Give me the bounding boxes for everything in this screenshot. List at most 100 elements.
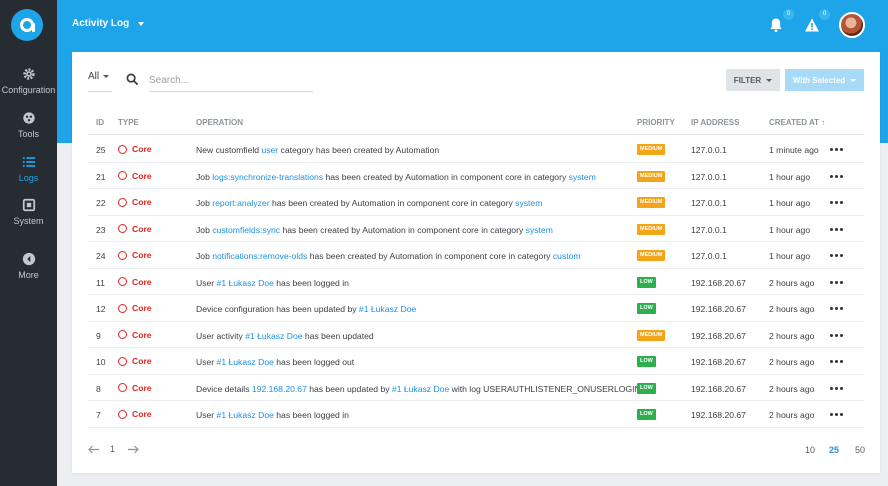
operation-link[interactable]: system: [569, 172, 596, 182]
operation-link[interactable]: 192.168.20.67: [252, 384, 307, 394]
row-type: Core: [118, 224, 152, 234]
next-page-arrow-icon[interactable]: [127, 445, 139, 454]
sidebar-item-more[interactable]: More: [0, 252, 57, 280]
with-selected-button[interactable]: With Selected: [785, 69, 864, 91]
operation-link[interactable]: #1 Łukasz Doe: [392, 384, 449, 394]
row-created-at: 2 hours ago: [769, 304, 815, 314]
column-header-ip-address[interactable]: IP ADDRESS: [691, 118, 739, 127]
row-type-label: Core: [132, 197, 152, 207]
notifications-count-badge: 0: [783, 9, 794, 20]
row-operation: Device details 192.168.20.67 has been up…: [196, 384, 641, 394]
table-row[interactable]: 8 Core Device details 192.168.20.67 has be…: [88, 375, 864, 401]
priority-badge: MEDIUM: [637, 144, 666, 155]
row-actions-more-icon[interactable]: [830, 413, 843, 416]
row-id: 22: [96, 198, 106, 208]
sidebar-item-tools[interactable]: Tools: [0, 111, 57, 139]
table-row[interactable]: 25 Core New customfield user category has …: [88, 136, 864, 163]
operation-link[interactable]: #1 Łukasz Doe: [245, 331, 302, 341]
row-operation: Job logs:synchronize-translations has be…: [196, 172, 596, 182]
gear-icon: [22, 68, 35, 80]
row-actions-more-icon[interactable]: [830, 227, 843, 231]
operation-text: has been created by Automation in compon…: [323, 171, 569, 182]
table-row[interactable]: 24 Core Job notifications:remove-olds has …: [88, 242, 864, 269]
row-id: 25: [96, 145, 106, 155]
operation-link[interactable]: custom: [553, 251, 581, 261]
row-operation: Job notifications:remove-olds has been c…: [196, 251, 581, 261]
row-actions-more-icon[interactable]: [830, 333, 843, 337]
row-operation: User #1 Łukasz Doe has been logged in: [196, 410, 349, 420]
operation-link[interactable]: system: [515, 198, 542, 208]
row-actions-more-icon[interactable]: [830, 201, 843, 204]
operation-link[interactable]: customfields:sync: [212, 225, 280, 235]
row-type-label: Core: [132, 276, 152, 287]
operation-link[interactable]: notifications:remove-olds: [212, 251, 307, 261]
table-row[interactable]: 21 Core Job logs:synchronize-translations …: [88, 163, 864, 189]
operation-link[interactable]: report:analyzer: [212, 198, 269, 208]
operation-link[interactable]: logs:synchronize-translations: [212, 172, 323, 182]
row-operation: User #1 Łukasz Doe has been logged out: [196, 357, 354, 367]
row-ip-address: 192.168.20.67: [691, 383, 746, 394]
row-ip-address: 127.0.0.1: [691, 145, 727, 155]
column-header-priority[interactable]: PRIORITY: [637, 118, 675, 127]
user-avatar[interactable]: [839, 12, 865, 38]
row-operation: New customfield user category has been c…: [196, 145, 439, 155]
table-row[interactable]: 12 Core Device configuration has been upda…: [88, 295, 864, 322]
operation-text: with log USERAUTHLISTENER_ONUSERLOGIN: [449, 383, 641, 394]
per-page-option-10[interactable]: 10: [805, 445, 815, 455]
operation-link[interactable]: #1 Łukasz Doe: [217, 410, 274, 420]
row-operation: Job report:analyzer has been created by …: [196, 198, 542, 208]
row-created-at: 2 hours ago: [769, 410, 815, 420]
scope-select[interactable]: All: [88, 71, 112, 92]
row-created-at: 1 hour ago: [769, 198, 811, 208]
activity-log-card: All FILTER With Selected ID TYPE OPERATI…: [72, 52, 880, 473]
column-header-id[interactable]: ID: [96, 118, 104, 127]
column-header-created-at[interactable]: CREATED AT ↑: [769, 118, 825, 127]
row-actions-more-icon[interactable]: [830, 148, 843, 151]
app-logo[interactable]: [11, 9, 43, 41]
page-title-dropdown[interactable]: Activity Log: [72, 18, 145, 29]
row-actions-more-icon[interactable]: [830, 174, 843, 178]
row-type-label: Core: [132, 223, 152, 234]
row-id: 10: [96, 357, 106, 367]
per-page-option-50[interactable]: 50: [855, 445, 865, 455]
column-header-operation[interactable]: OPERATION: [196, 118, 243, 127]
sidebar-item-configuration[interactable]: Configuration: [0, 67, 57, 95]
search-input[interactable]: [149, 70, 313, 92]
row-actions-more-icon[interactable]: [830, 386, 843, 390]
operation-text: has been updated: [302, 330, 374, 341]
row-actions-more-icon[interactable]: [830, 280, 843, 284]
table-row[interactable]: 10 Core User #1 Łukasz Doe has been logged…: [88, 348, 864, 375]
filter-button[interactable]: FILTER: [726, 69, 780, 91]
sidebar-item-system[interactable]: System: [0, 198, 57, 226]
row-created-at: 2 hours ago: [769, 330, 815, 341]
row-actions-more-icon[interactable]: [830, 360, 843, 363]
operation-text: Device configuration has been updated by: [196, 304, 359, 314]
priority-badge: LOW: [637, 382, 656, 394]
row-type: Core: [118, 330, 152, 340]
row-actions-more-icon[interactable]: [830, 307, 843, 310]
alerts-button[interactable]: 0: [804, 9, 830, 34]
chip-icon: [22, 198, 35, 212]
sidebar-item-label: System: [13, 216, 44, 226]
notifications-button[interactable]: 0: [768, 9, 794, 34]
previous-page-arrow-icon[interactable]: [88, 445, 100, 454]
table-row[interactable]: 11 Core User #1 Łukasz Doe has been logged…: [88, 269, 864, 295]
operation-link[interactable]: #1 Łukasz Doe: [217, 357, 274, 367]
operation-link[interactable]: #1 Łukasz Doe: [217, 278, 274, 288]
circle-icon: [118, 356, 127, 366]
operation-link[interactable]: user: [261, 145, 278, 155]
row-actions-more-icon[interactable]: [830, 254, 843, 257]
row-ip-address: 192.168.20.67: [691, 357, 746, 367]
table-row[interactable]: 7 Core User #1 Łukasz Doe has been logged …: [88, 401, 864, 428]
operation-link[interactable]: #1 Łukasz Doe: [359, 304, 416, 314]
filter-button-label: FILTER: [733, 75, 762, 85]
table-row[interactable]: 9 Core User activity #1 Łukasz Doe has bee…: [88, 322, 864, 348]
current-page-number[interactable]: 1: [110, 444, 115, 454]
row-type: Core: [118, 171, 152, 181]
per-page-option-25[interactable]: 25: [829, 445, 839, 455]
operation-link[interactable]: system: [526, 225, 553, 235]
sidebar-item-logs[interactable]: Logs: [0, 155, 57, 183]
column-header-type[interactable]: TYPE: [118, 118, 139, 127]
table-row[interactable]: 22 Core Job report:analyzer has been creat…: [88, 189, 864, 216]
table-row[interactable]: 23 Core Job customfields:sync has been cre…: [88, 216, 864, 242]
